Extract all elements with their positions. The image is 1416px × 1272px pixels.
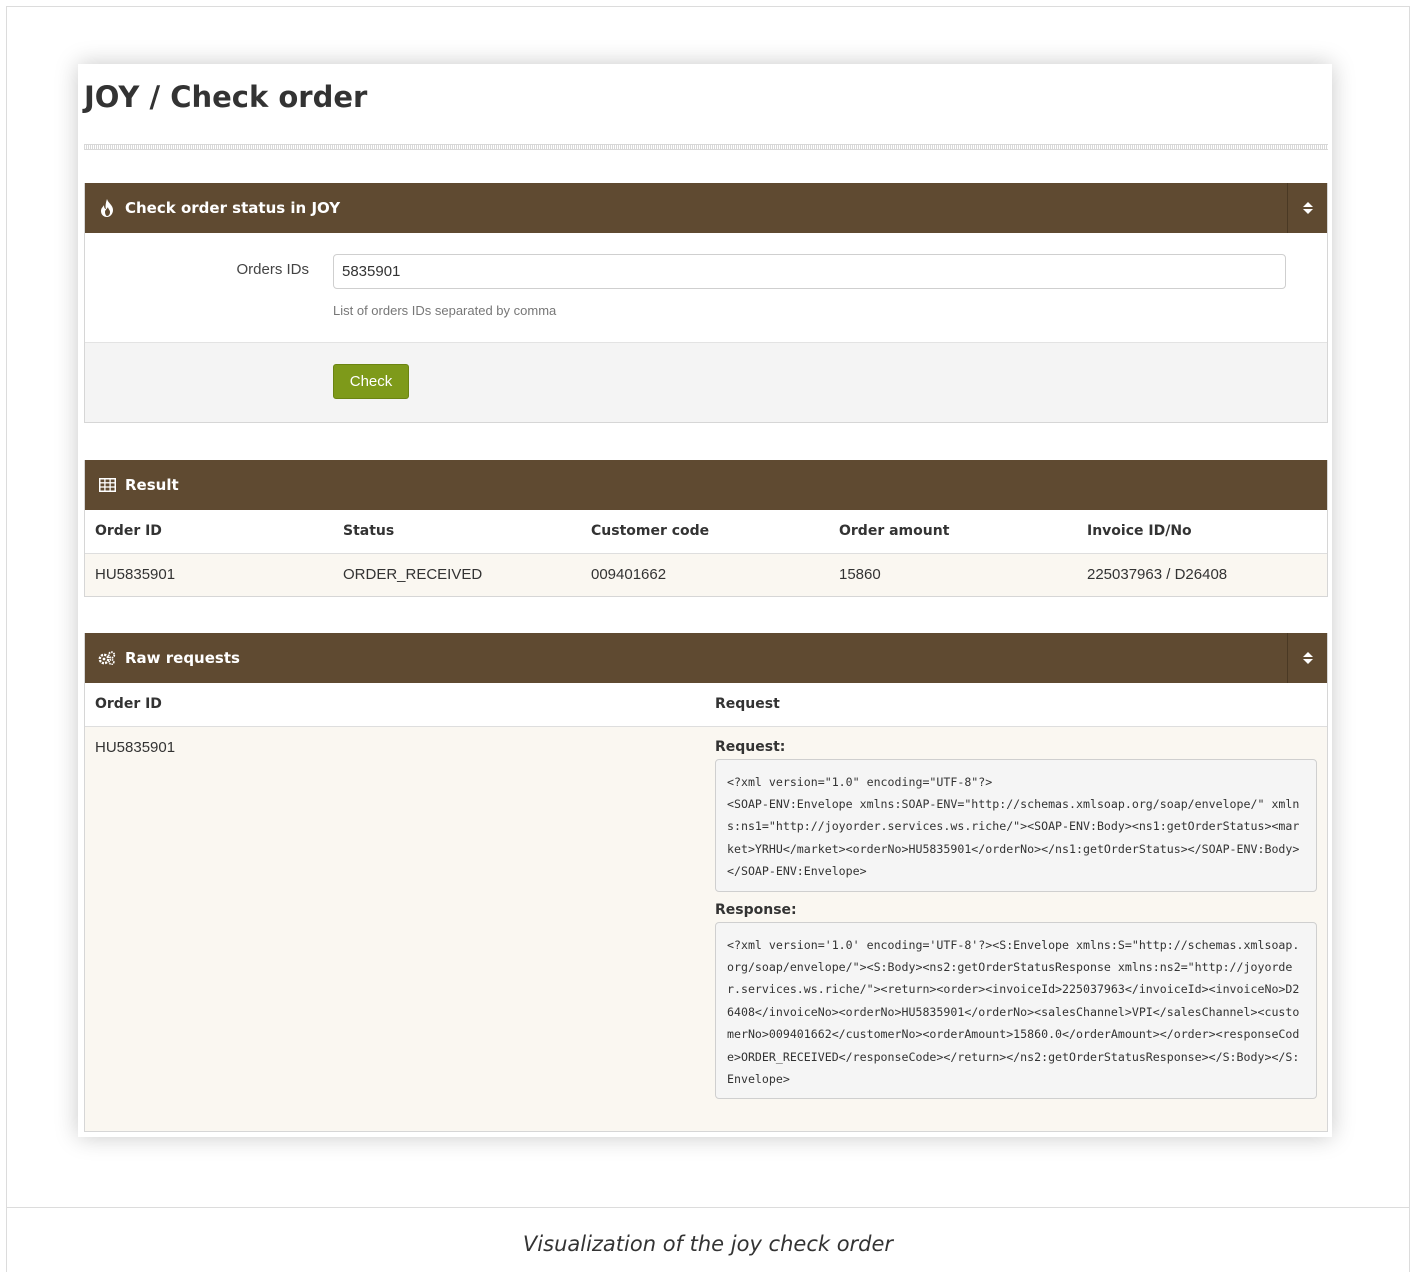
page-title: JOY / Check order: [84, 80, 368, 114]
figure-caption: Visualization of the joy check order: [522, 1232, 894, 1256]
check-order-panel-title: Check order status in JOY: [125, 199, 341, 217]
raw-requests-table: Order ID Request HU5835901 Request: <?xm…: [85, 683, 1327, 1132]
invoice-cell: 225037963 / D26408: [1077, 553, 1327, 596]
caption-divider: [6, 1207, 1410, 1208]
table-icon: [98, 476, 116, 494]
cogs-icon: [98, 649, 116, 667]
result-header-row: Order ID Status Customer code Order amou…: [85, 510, 1327, 554]
caret-up-icon: [1302, 652, 1313, 657]
column-header: Customer code: [581, 510, 829, 554]
column-header: Invoice ID/No: [1077, 510, 1327, 554]
order-amount-cell: 15860: [829, 553, 1077, 596]
check-order-panel-header: Check order status in JOY: [85, 183, 1327, 233]
orders-ids-input[interactable]: [333, 254, 1286, 289]
table-row: HU5835901 Request: <?xml version="1.0" e…: [85, 726, 1327, 1132]
order-id-cell: HU5835901: [85, 553, 333, 596]
table-row: HU5835901 ORDER_RECEIVED 009401662 15860…: [85, 553, 1327, 596]
column-header: Order ID: [85, 510, 333, 554]
caret-down-icon: [1302, 209, 1313, 214]
caret-down-icon: [1302, 659, 1313, 664]
result-table: Order ID Status Customer code Order amou…: [85, 510, 1327, 596]
check-order-form: Orders IDs List of orders IDs separated …: [85, 233, 1327, 343]
check-button[interactable]: Check: [333, 364, 409, 399]
result-panel-header: Result: [85, 460, 1327, 510]
status-cell: ORDER_RECEIVED: [333, 553, 581, 596]
request-label: Request:: [715, 738, 786, 755]
column-header: Status: [333, 510, 581, 554]
raw-requests-panel-header: Raw requests: [85, 633, 1327, 683]
raw-requests-panel: Raw requests Order ID Request HU5835901 …: [84, 633, 1328, 1133]
app-window: JOY / Check order Check order status in …: [78, 64, 1332, 1137]
orders-ids-help: List of orders IDs separated by comma: [333, 303, 557, 318]
result-panel: Result Order ID Status Customer code Ord…: [84, 460, 1328, 597]
caret-up-icon: [1302, 202, 1313, 207]
request-xml: <?xml version="1.0" encoding="UTF-8"?> <…: [715, 758, 1317, 892]
column-header: Request: [705, 683, 1327, 727]
response-label: Response:: [715, 901, 797, 918]
form-actions: Check: [85, 343, 1327, 422]
column-header: Order amount: [829, 510, 1077, 554]
order-id-cell: HU5835901: [85, 726, 705, 1132]
result-panel-title: Result: [125, 476, 179, 494]
check-order-panel: Check order status in JOY Orders IDs Lis…: [84, 183, 1328, 423]
raw-header-row: Order ID Request: [85, 683, 1327, 727]
collapse-toggle[interactable]: [1287, 183, 1327, 233]
orders-ids-label: Orders IDs: [236, 261, 309, 278]
collapse-toggle[interactable]: [1287, 633, 1327, 683]
response-xml: <?xml version='1.0' encoding='UTF-8'?><S…: [715, 921, 1317, 1100]
customer-code-cell: 009401662: [581, 553, 829, 596]
raw-requests-panel-title: Raw requests: [125, 649, 240, 667]
column-header: Order ID: [85, 683, 705, 727]
title-divider: [84, 144, 1328, 150]
fire-icon: [98, 199, 116, 217]
request-cell: Request: <?xml version="1.0" encoding="U…: [705, 726, 1327, 1132]
